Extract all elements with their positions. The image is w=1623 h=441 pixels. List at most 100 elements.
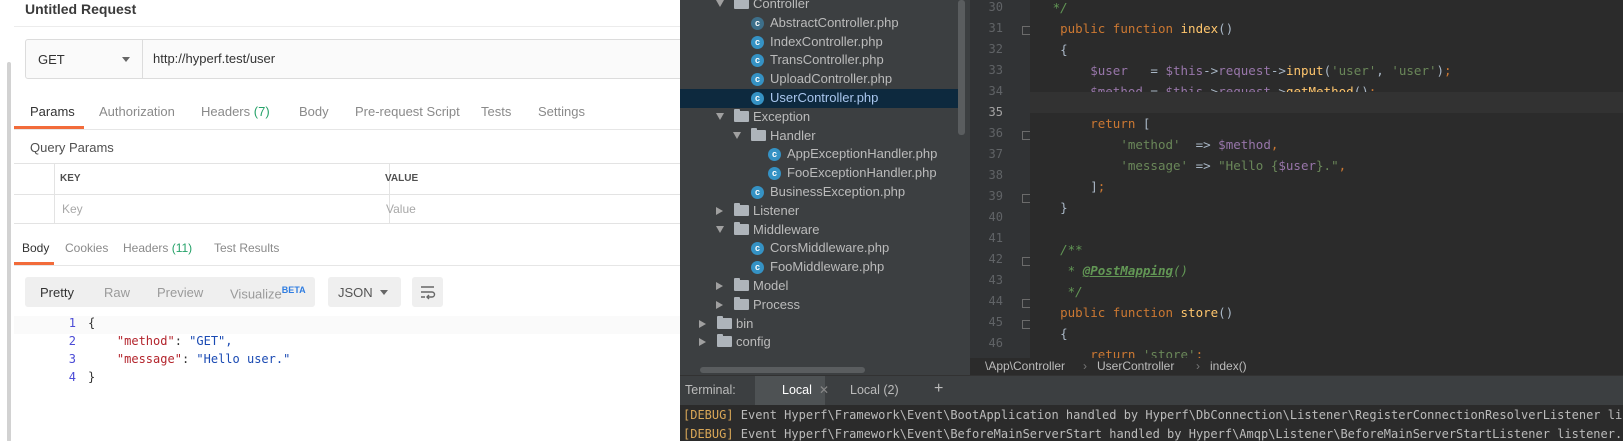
tree-item[interactable]: c BusinessException.php — [680, 183, 958, 202]
tree-item[interactable]: c AppExceptionHandler.php — [680, 145, 958, 164]
tree-horizontal-scrollbar[interactable] — [700, 367, 865, 373]
tab-pre-request-script[interactable]: Pre-request Script — [355, 104, 460, 119]
code-line: } — [1030, 200, 1068, 215]
tree-item[interactable]: c FooMiddleware.php — [680, 258, 958, 277]
collapse-arrow-icon[interactable] — [716, 282, 723, 290]
tree-item[interactable]: c CorsMiddleware.php — [680, 239, 958, 258]
terminal-tab-local-2[interactable]: Local (2) — [850, 383, 899, 397]
expand-arrow-icon[interactable] — [716, 112, 724, 120]
tree-item-label: config — [736, 334, 771, 350]
tree-item[interactable]: Listener — [680, 202, 958, 221]
php-class-icon: c — [751, 16, 764, 30]
tree-item[interactable]: c UploadController.php — [680, 70, 958, 89]
line-number: 45 — [988, 315, 1003, 329]
tab-label: Body — [299, 104, 329, 119]
pretty-button[interactable]: Pretty — [40, 285, 74, 300]
key-input[interactable]: Key — [62, 202, 83, 216]
line-number: 35 — [988, 105, 1003, 119]
tree-item[interactable]: c AbstractController.php — [680, 14, 958, 33]
tree-item[interactable]: Middleware — [680, 221, 958, 240]
collapse-arrow-icon[interactable] — [716, 300, 723, 309]
tab-headers[interactable]: Headers (7) — [201, 104, 270, 119]
tree-item[interactable]: c TransController.php — [680, 51, 958, 70]
visualize-button[interactable]: VisualizeBETA — [230, 285, 306, 301]
log-text: Event Hyperf\Framework\Event\BeforeMainS… — [733, 427, 1623, 441]
folder-icon — [734, 108, 749, 122]
expand-arrow-icon[interactable] — [716, 225, 724, 233]
tree-item[interactable]: Handler — [680, 127, 958, 146]
json-key: "message" — [116, 352, 182, 366]
format-select[interactable]: JSON — [328, 277, 401, 307]
php-class-icon: c — [751, 261, 764, 275]
breadcrumb-namespace[interactable]: \App\Controller — [985, 359, 1065, 373]
expand-arrow-icon[interactable] — [733, 131, 741, 139]
tab-authorization[interactable]: Authorization — [99, 104, 175, 119]
tab-count: (7) — [253, 104, 270, 119]
response-body[interactable]: 1 { 2 "method": "GET", 3 "message": "Hel… — [14, 316, 680, 388]
chevron-down-icon — [380, 290, 388, 295]
tab-label: Test Results — [214, 241, 280, 255]
code-line: public function index() — [1060, 21, 1234, 36]
tree-item-label: UserController.php — [770, 90, 879, 105]
php-class-icon: c — [751, 35, 764, 49]
php-class-icon: c — [751, 186, 764, 199]
method-select[interactable]: GET — [26, 40, 143, 78]
tree-item[interactable]: config — [680, 333, 958, 352]
code-line: $user = $this->request->input('user', 'u… — [1090, 63, 1452, 78]
folder-icon — [751, 127, 766, 141]
log-level: [DEBUG] — [683, 427, 734, 441]
tab-test-results[interactable]: Test Results — [214, 241, 279, 255]
collapse-arrow-icon[interactable] — [699, 338, 706, 347]
tree-item-label: FooMiddleware.php — [770, 259, 885, 275]
json-sep: : — [181, 352, 197, 366]
tree-item[interactable]: c FooExceptionHandler.php — [680, 164, 958, 183]
tree-item[interactable]: bin — [680, 315, 958, 334]
tab-response-headers[interactable]: Headers (11) — [123, 241, 192, 255]
request-title[interactable]: Untitled Request — [25, 1, 136, 17]
line-number: 46 — [988, 336, 1003, 350]
url-input[interactable]: http://hyperf.test/user — [153, 51, 275, 66]
tab-params[interactable]: Params — [30, 104, 75, 119]
raw-button[interactable]: Raw — [104, 285, 130, 300]
tree-scrollbar[interactable] — [958, 0, 965, 135]
close-icon[interactable]: ✕ — [819, 383, 829, 397]
tree-item[interactable]: Controller — [680, 0, 958, 14]
tab-label: Cookies — [65, 241, 109, 255]
tab-label: Headers — [201, 104, 251, 119]
project-tree[interactable]: config bin Process Model c FooMiddleware.php c… — [680, 0, 970, 375]
value-input[interactable]: Value — [386, 202, 416, 216]
tab-tests[interactable]: Tests — [481, 104, 511, 119]
tree-item[interactable]: c IndexController.php — [680, 33, 958, 52]
tree-item[interactable]: c UserController.php — [680, 89, 958, 108]
code-line: */ — [1030, 0, 1068, 15]
collapse-arrow-icon[interactable] — [716, 206, 723, 215]
tree-item-label: TransController.php — [770, 52, 884, 68]
tab-body[interactable]: Body — [299, 104, 329, 119]
terminal-tab-local[interactable]: Local — [782, 383, 812, 397]
tree-item[interactable]: Exception — [680, 108, 958, 127]
tree-item[interactable]: Model — [680, 277, 958, 296]
collapse-arrow-icon[interactable] — [699, 319, 706, 328]
terminal-line: [DEBUG] Event Hyperf\Framework\Event\Boo… — [683, 408, 1623, 422]
line-number: 4 — [68, 370, 76, 384]
preview-button[interactable]: Preview — [157, 285, 203, 300]
add-tab-button[interactable]: + — [934, 380, 943, 398]
wrap-lines-button[interactable] — [412, 277, 443, 307]
tab-settings[interactable]: Settings — [538, 104, 585, 119]
expand-arrow-icon[interactable] — [716, 0, 724, 7]
breadcrumb-method[interactable]: index() — [1210, 359, 1247, 373]
breadcrumb-class[interactable]: UserController — [1097, 359, 1174, 373]
line-number: 30 — [988, 0, 1003, 14]
folder-icon — [734, 0, 749, 9]
json-value: "GET", — [189, 334, 233, 348]
postman-scrollbar[interactable] — [7, 62, 11, 441]
tab-label: Headers — [123, 241, 169, 255]
tab-response-body[interactable]: Body — [22, 241, 49, 255]
tabs-divider — [14, 129, 680, 130]
breadcrumb-separator: › — [1083, 359, 1087, 373]
json-value: "Hello user." — [196, 352, 291, 366]
tree-item[interactable]: Process — [680, 296, 958, 315]
code-editor[interactable]: */ public function index() { $user = $th… — [1030, 0, 1623, 358]
tab-cookies[interactable]: Cookies — [65, 241, 108, 255]
code-line: /** — [1060, 242, 1083, 257]
